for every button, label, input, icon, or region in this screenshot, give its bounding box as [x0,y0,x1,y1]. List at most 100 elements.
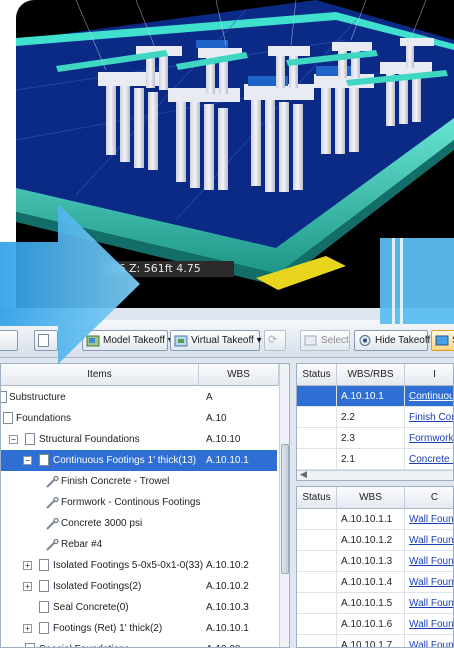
tree-item-wbs: A.10.10.1 [206,623,249,634]
name-column-header[interactable]: C [405,487,453,509]
table-row[interactable]: 2.2 Finish Concr [297,407,453,428]
upper-horizontal-scrollbar[interactable]: ◀ [297,469,453,480]
hide-takeoff-button[interactable]: Hide Takeoff [354,330,431,351]
tree-item-wbs: A.10.10.3 [206,602,249,613]
name-cell: Wall Founda [405,614,453,635]
collapse-icon[interactable]: − [9,435,18,444]
tree-row-substructure[interactable]: Substructure A [1,387,271,408]
wbs-cell: A.10.10.1.3 [337,551,405,572]
tree-row-structural-foundations[interactable]: − Structural Foundations A.10.10 [1,429,271,450]
section-button[interactable]: S [431,330,454,351]
tree-row-foundations[interactable]: Foundations A.10 [1,408,271,429]
callout-right-arrow [0,204,140,364]
status-cell [297,509,337,530]
object-link[interactable]: Wall Founda [409,619,453,630]
hide-takeoff-label: Hide Takeoff [375,335,431,346]
status-cell [297,593,337,614]
tree-row-special-foundations[interactable]: Special Foundations A.10.20 [1,639,271,647]
refresh-icon: ⟳ [268,334,278,346]
status-column-header[interactable]: Status [297,487,337,509]
takeoff-objects-table: Status WBS C A.10.10.1.1 Wall Founda A.1… [296,486,454,648]
wbs-column-header[interactable]: WBS [199,364,279,386]
table-row[interactable]: A.10.10.1.1 Wall Founda [297,509,453,530]
status-cell [297,614,337,635]
tree-row-footings-ret[interactable]: + Footings (Ret) 1' thick(2) A.10.10.1 [1,618,271,639]
expand-icon[interactable]: + [23,561,32,570]
expand-icon[interactable]: + [23,624,32,633]
wbs-rbs-column-header[interactable]: WBS/RBS [337,364,405,386]
table-row[interactable]: A.10.10.1 Continuous [297,386,453,407]
status-cell [297,449,337,470]
document-icon [39,622,49,634]
name-column-header[interactable]: I [405,364,453,386]
status-cell [297,572,337,593]
table-row[interactable]: 2.1 Concrete 300 [297,449,453,470]
virtual-takeoff-icon [174,334,188,347]
folder-icon [25,643,35,647]
collapse-icon[interactable]: − [23,456,32,465]
tree-row-rebar[interactable]: Rebar #4 [1,534,271,555]
takeoff-assignment-table: Status WBS/RBS I A.10.10.1 Continuous 2.… [296,363,454,481]
wbs-cell: A.10.10.1.5 [337,593,405,614]
wbs-cell: A.10.10.1.7 [337,635,405,647]
status-column-header[interactable]: Status [297,364,337,386]
table-row[interactable]: A.10.10.1.7 Wall Founda [297,635,453,647]
tree-item-wbs: A.10.20 [206,639,240,647]
tree-item-label: Footings (Ret) 1' thick(2) [53,623,163,634]
table-row[interactable]: A.10.10.1.3 Wall Founda [297,551,453,572]
document-icon [39,454,49,466]
table-row[interactable]: A.10.10.1.6 Wall Founda [297,614,453,635]
tree-item-label: Concrete 3000 psi [61,518,143,529]
tree-row-concrete[interactable]: Concrete 3000 psi [1,513,271,534]
tree-vertical-scrollbar[interactable] [279,364,289,647]
object-link[interactable]: Wall Founda [409,514,453,525]
tree-row-continuous-footings[interactable]: − Continuous Footings 1' thick(13) A.10.… [1,450,277,471]
virtual-takeoff-label: Virtual Takeoff [191,335,254,346]
scroll-left-icon[interactable]: ◀ [300,469,307,480]
tree-item-label: Structural Foundations [39,434,140,445]
name-cell: Wall Founda [405,572,453,593]
takeoff-items-tree: Items WBS Substructure A Foundations A.1… [0,363,290,648]
wrench-icon [45,496,59,509]
item-link[interactable]: Formwork - [409,433,453,444]
item-link[interactable]: Finish Concr [409,412,453,423]
tree-item-label: Seal Concrete(0) [53,602,129,613]
tree-row-formwork[interactable]: Formwork - Continous Footings [1,492,271,513]
expand-icon[interactable]: + [23,582,32,591]
select-button[interactable]: Select [300,330,350,351]
wbs-cell: A.10.10.1 [337,386,405,407]
hide-takeoff-icon [358,334,372,347]
scrollbar-thumb[interactable] [281,444,289,574]
refresh-button[interactable]: ⟳ [264,330,286,351]
status-cell [297,407,337,428]
folder-icon [3,412,13,424]
object-link[interactable]: Wall Founda [409,640,453,647]
tree-row-isolated-footings-2[interactable]: + Isolated Footings(2) A.10.10.2 [1,576,271,597]
folder-icon [25,433,35,445]
object-link[interactable]: Wall Founda [409,556,453,567]
tree-row-seal-concrete[interactable]: Seal Concrete(0) A.10.10.3 [1,597,271,618]
table-row[interactable]: A.10.10.1.5 Wall Founda [297,593,453,614]
virtual-takeoff-button[interactable]: Virtual Takeoff ▾ [170,330,262,351]
table-row[interactable]: A.10.10.1.4 Wall Founda [297,572,453,593]
tree-row-finish-concrete[interactable]: Finish Concrete - Trowel [1,471,271,492]
section-icon [435,334,449,347]
wbs-column-header[interactable]: WBS [337,487,405,509]
object-link[interactable]: Wall Founda [409,577,453,588]
item-link[interactable]: Concrete 300 [409,454,453,465]
status-cell [297,635,337,647]
table-row[interactable]: 2.3 Formwork - [297,428,453,449]
select-icon [304,334,318,347]
tree-item-wbs: A.10.10.2 [206,560,249,571]
tree-item-label: Special Foundations [39,639,130,647]
object-link[interactable]: Wall Founda [409,598,453,609]
item-link[interactable]: Continuous [409,391,453,402]
table-row[interactable]: A.10.10.1.2 Wall Founda [297,530,453,551]
tree-item-wbs: A.10.10.2 [206,581,249,592]
tree-item-wbs: A.10.10 [206,434,241,445]
tree-item-label: Rebar #4 [61,539,103,550]
wrench-icon [45,475,59,488]
tree-row-isolated-footings-33[interactable]: + Isolated Footings 5-0x5-0x1-0(33) A.10… [1,555,271,576]
object-link[interactable]: Wall Founda [409,535,453,546]
tree-item-label: Foundations [16,413,72,424]
